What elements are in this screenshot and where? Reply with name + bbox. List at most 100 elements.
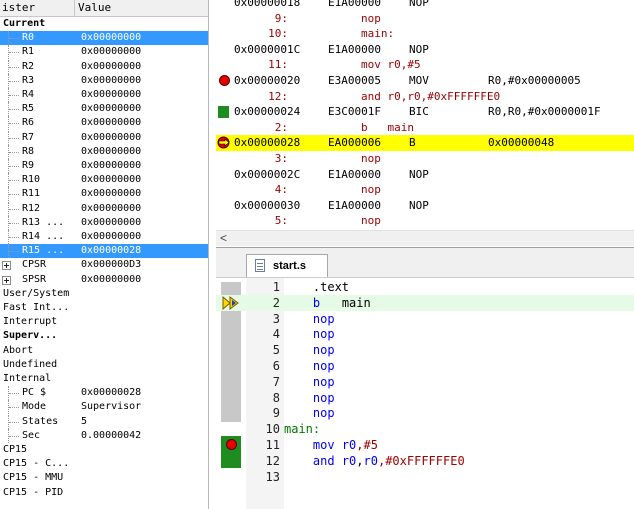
- source-editor[interactable]: 1 .text 2 b main 3 nop 4 nop 5 nop 6 nop 7 nop…: [216, 277, 634, 509]
- register-row[interactable]: R5 0x00000000: [0, 102, 208, 117]
- register-row[interactable]: R0 0x00000000: [0, 31, 208, 46]
- register-row[interactable]: R8 0x00000000: [0, 144, 208, 159]
- disassembly-line[interactable]: 0x00000020 E3A00005 MOV R0,#0x00000005: [216, 73, 634, 89]
- cp15-group[interactable]: CP15: [0, 443, 208, 457]
- code-token: nop: [312, 343, 335, 358]
- register-row[interactable]: R2 0x00000000: [0, 59, 208, 74]
- source-text: nop: [361, 183, 381, 197]
- register-row[interactable]: R13 ... 0x00000000: [0, 215, 208, 230]
- internal-row[interactable]: Mode Supervisor: [0, 400, 208, 415]
- scroll-left-arrow-icon[interactable]: <: [220, 231, 227, 245]
- register-name: R1: [22, 46, 35, 58]
- cp15-group[interactable]: CP15 - C...: [0, 457, 208, 471]
- editor-line[interactable]: 9 nop: [216, 405, 634, 421]
- internal-row[interactable]: States 5: [0, 414, 208, 429]
- cp15-group[interactable]: CP15 - MMU: [0, 471, 208, 485]
- mode-group[interactable]: Undefined: [0, 358, 208, 372]
- register-row-spsr[interactable]: SPSR 0x00000000: [0, 273, 208, 287]
- mode-group[interactable]: Abort: [0, 344, 208, 358]
- register-value: 0x00000000: [81, 202, 142, 214]
- editor-line[interactable]: 13: [216, 469, 634, 485]
- line-number: 4: [272, 327, 280, 342]
- editor-line[interactable]: 10 main:: [216, 421, 634, 437]
- disassembly-line[interactable]: 0x00000024 E3C0001F BIC R0,R0,#0x0000001F: [216, 104, 634, 120]
- internal-row[interactable]: Sec 0.00000042: [0, 428, 208, 443]
- editor-line[interactable]: 8 nop: [216, 390, 634, 406]
- register-value: 0x00000000: [81, 174, 142, 186]
- breakpoint-icon[interactable]: [226, 439, 237, 450]
- register-row[interactable]: R7 0x00000000: [0, 130, 208, 145]
- editor-line[interactable]: 6 nop: [216, 358, 634, 374]
- disassembly-view[interactable]: 0x00000018 E1A00000 NOP 9: nop 10: main: 0x0000…: [216, 0, 634, 230]
- expand-plus-icon[interactable]: [2, 261, 11, 271]
- register-row[interactable]: R6 0x00000000: [0, 116, 208, 131]
- tree-connector: [9, 66, 19, 68]
- code-token: nop: [312, 406, 335, 421]
- breakpoint-icon[interactable]: [219, 75, 230, 86]
- editor-line[interactable]: 2 b main: [216, 294, 634, 311]
- disassembly-line[interactable]: 0x0000001C E1A00000 NOP: [216, 42, 634, 58]
- code-token: mov: [312, 438, 335, 452]
- code-token: nop: [312, 390, 335, 405]
- mode-group[interactable]: User/System: [0, 287, 208, 301]
- mode-group[interactable]: Fast Int...: [0, 301, 208, 315]
- disassembly-line[interactable]: 0x00000028 EA000006 B 0x00000048: [216, 135, 634, 152]
- disassembly-horizontal-scrollbar[interactable]: <: [216, 230, 634, 246]
- source-line[interactable]: 10: main:: [216, 26, 634, 42]
- editor-line[interactable]: 12 and r0,r0,#0xFFFFFFE0: [216, 453, 634, 469]
- mnemonic: BIC: [409, 105, 429, 119]
- register-row[interactable]: R4 0x00000000: [0, 88, 208, 102]
- source-line[interactable]: 9: nop: [216, 11, 634, 27]
- source-line[interactable]: 12: and r0,r0,#0xFFFFFFE0: [216, 89, 634, 105]
- register-row[interactable]: R3 0x00000000: [0, 73, 208, 88]
- tree-connector: [9, 208, 19, 210]
- editor-line[interactable]: 5 nop: [216, 342, 634, 358]
- disassembly-line[interactable]: 0x00000030 E1A00000 NOP: [216, 198, 634, 214]
- register-row[interactable]: R11 0x00000000: [0, 187, 208, 202]
- register-row[interactable]: R10 0x00000000: [0, 173, 208, 188]
- internal-row[interactable]: PC $ 0x00000028: [0, 386, 208, 401]
- register-row[interactable]: R1 0x00000000: [0, 45, 208, 60]
- register-name: R6: [22, 117, 35, 129]
- editor-line[interactable]: 1 .text: [216, 279, 634, 295]
- tree-connector: [9, 435, 19, 437]
- mode-group[interactable]: Internal: [0, 372, 208, 386]
- source-line-number: 2:: [274, 120, 288, 134]
- line-number: 10: [265, 422, 280, 437]
- register-row-cpsr[interactable]: CPSR 0x000000D3: [0, 258, 208, 272]
- source-line[interactable]: 11: mov r0,#5: [216, 57, 634, 73]
- tab-start-s[interactable]: start.s: [246, 254, 328, 278]
- mode-group[interactable]: Superv...: [0, 329, 208, 343]
- source-line[interactable]: 5: nop: [216, 213, 634, 229]
- source-line[interactable]: 2: b main: [216, 120, 634, 136]
- editor-line[interactable]: 11 mov r0,#5: [216, 437, 634, 453]
- disassembly-line[interactable]: 0x0000002C E1A00000 NOP: [216, 167, 634, 183]
- editor-line[interactable]: 3 nop: [216, 311, 634, 327]
- register-name: R13 ...: [22, 216, 65, 228]
- editor-line[interactable]: 4 nop: [216, 326, 634, 342]
- register-row[interactable]: R15 ... 0x00000028: [0, 244, 208, 259]
- disassembly-line[interactable]: 0x00000018 E1A00000 NOP: [216, 0, 634, 11]
- register-name: CP15 - PID: [3, 486, 64, 498]
- register-row[interactable]: R12 0x00000000: [0, 201, 208, 216]
- register-name: R5: [22, 103, 35, 115]
- mnemonic: NOP: [409, 167, 429, 181]
- opcode-hex: E1A00000: [328, 0, 381, 9]
- editor-line[interactable]: 7 nop: [216, 374, 634, 390]
- register-value: 0x00000028: [81, 387, 142, 399]
- source-text: main:: [361, 27, 395, 41]
- register-row[interactable]: R14 ... 0x00000000: [0, 230, 208, 244]
- tree-connector: [9, 80, 19, 82]
- mode-group[interactable]: Interrupt: [0, 315, 208, 329]
- source-text: nop: [361, 214, 381, 228]
- group-current[interactable]: Current: [0, 17, 208, 31]
- source-line[interactable]: 4: nop: [216, 182, 634, 198]
- value-column-header[interactable]: Value: [78, 0, 111, 16]
- register-column-header[interactable]: ister: [0, 0, 75, 16]
- cp15-group[interactable]: CP15 - PID: [0, 486, 208, 500]
- expand-plus-icon[interactable]: [2, 275, 11, 285]
- register-row[interactable]: R9 0x00000000: [0, 159, 208, 173]
- source-line[interactable]: 3: nop: [216, 151, 634, 167]
